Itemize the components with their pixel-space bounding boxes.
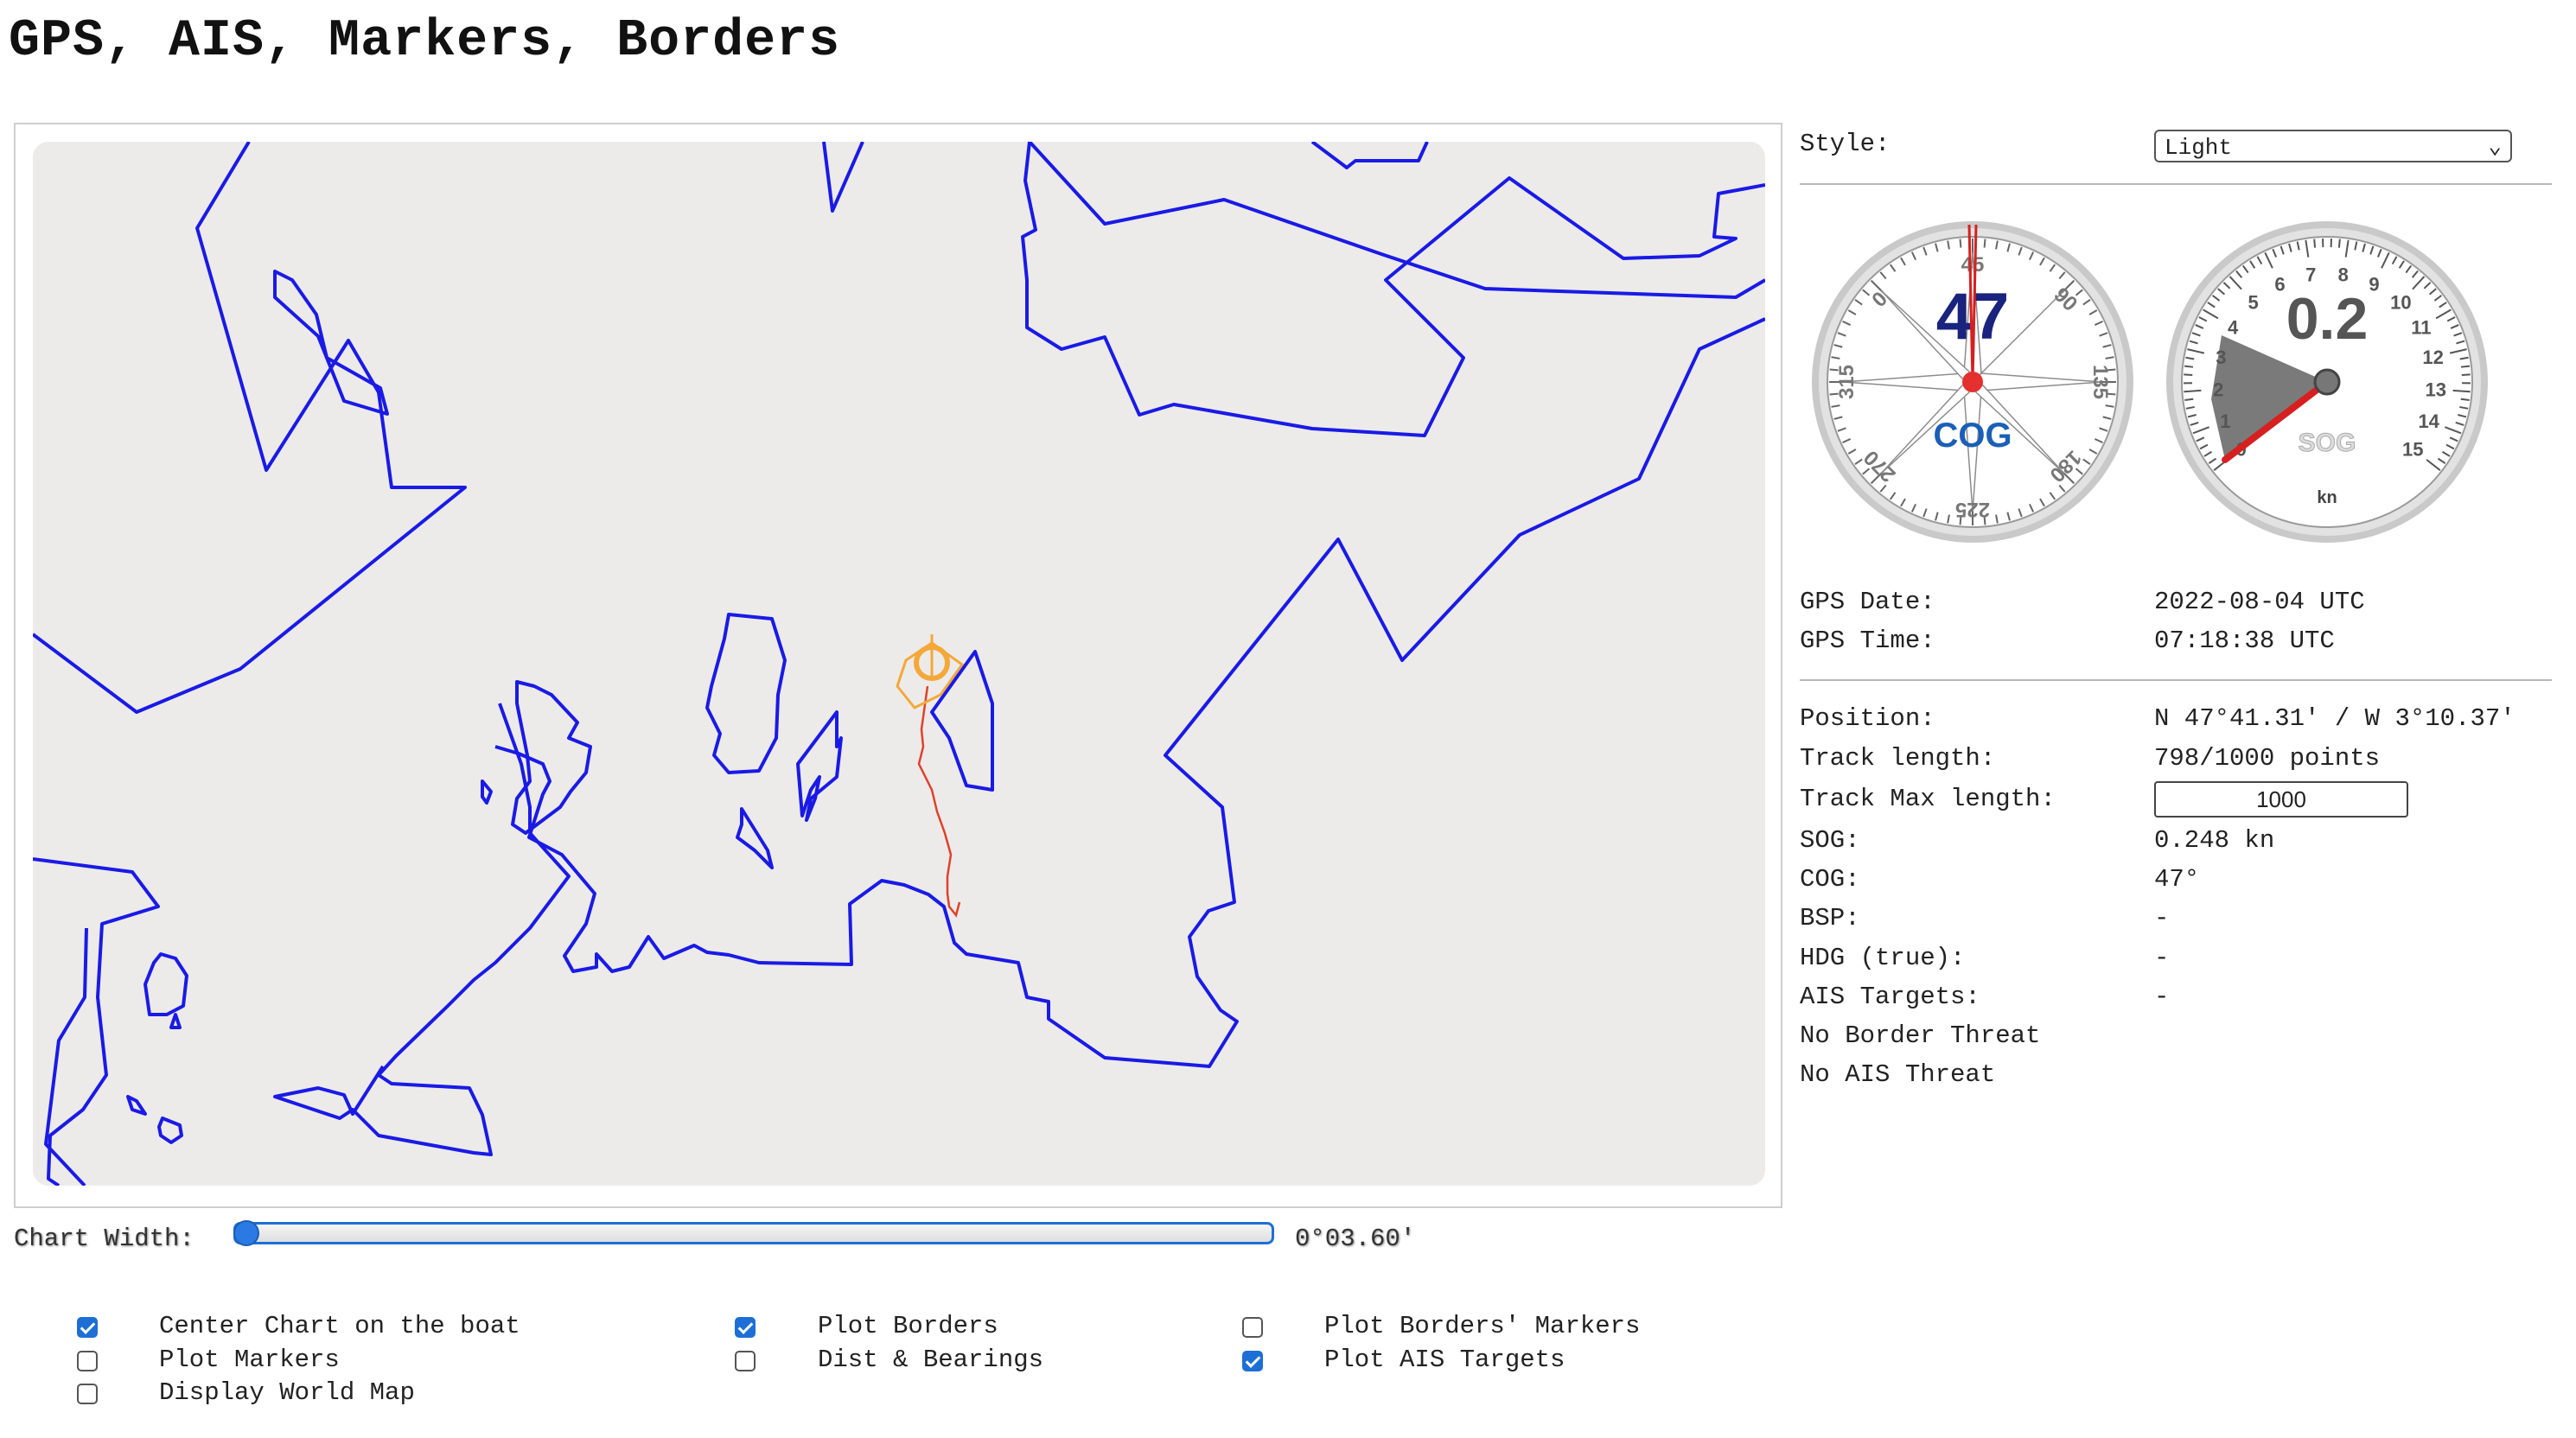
sog-label: SOG	[2299, 429, 2356, 457]
sog-value: 0.2	[2286, 286, 2369, 352]
sog-tick	[2337, 239, 2341, 248]
sog-tick	[2460, 398, 2470, 402]
position-label: Position:	[1800, 704, 1935, 733]
gps-time-value: 07:18:38 UTC	[2154, 627, 2335, 655]
sog-tick-label: 1	[2220, 410, 2230, 432]
sog-info-label: SOG:	[1800, 826, 1860, 855]
sog-tick-label: 3	[2216, 347, 2226, 368]
display-world-map-label: Display World Map	[159, 1378, 415, 1407]
cog-tick-label: 225	[1955, 498, 1990, 521]
cog-tick	[1983, 239, 1986, 248]
bsp-label: BSP:	[1800, 904, 1860, 932]
sog-tick	[2184, 398, 2194, 402]
sog-tick-label: 8	[2338, 264, 2349, 285]
sog-unit: kn	[2317, 488, 2337, 507]
sog-tick-label: 11	[2411, 316, 2431, 338]
sog-tick	[2461, 373, 2471, 376]
chart-width-value: 0°03.60'	[1295, 1225, 1416, 1253]
plot-markers-checkbox[interactable]	[77, 1351, 98, 1371]
cog-label: COG	[1933, 417, 2012, 455]
cog-tick-label: 135	[2088, 365, 2112, 399]
cog-tick-label: 315	[1835, 365, 1859, 399]
chevron-down-icon: ⌄	[2488, 134, 2502, 160]
chart-width-slider-thumb[interactable]	[233, 1220, 259, 1246]
ais-targets-label: AIS Targets:	[1800, 983, 1980, 1011]
chart-frame	[14, 123, 1782, 1208]
center-chart-checkbox[interactable]	[77, 1317, 98, 1338]
cog-tick-label: 45	[1961, 253, 1985, 277]
divider	[1800, 679, 2552, 681]
sog-tick-label: 7	[2305, 264, 2316, 285]
track-length-label: Track length:	[1800, 744, 1996, 773]
gps-date-value: 2022-08-04 UTC	[2154, 588, 2365, 616]
dist-bearings-label: Dist & Bearings	[818, 1346, 1044, 1374]
plot-borders-markers-label: Plot Borders' Markers	[1324, 1312, 1641, 1340]
sog-tick-label: 14	[2418, 410, 2439, 432]
track-max-label: Track Max length:	[1800, 785, 2056, 813]
gps-date-label: GPS Date:	[1800, 588, 1935, 616]
sog-tick-label: 13	[2425, 379, 2445, 400]
sog-tick-label: 6	[2274, 273, 2285, 295]
cog-info-label: COG:	[1800, 865, 1860, 894]
track-max-length-input[interactable]: 1000	[2154, 781, 2408, 818]
sog-tick	[2184, 365, 2194, 368]
position-value: N 47°41.31' / W 3°10.37'	[2154, 704, 2515, 733]
style-selected-value: Light	[2165, 135, 2233, 161]
plot-ais-targets-checkbox[interactable]	[1242, 1351, 1263, 1371]
bsp-value: -	[2154, 904, 2170, 932]
style-select[interactable]: Light ⌄	[2154, 130, 2512, 162]
chart-width-label: Chart Width:	[14, 1225, 194, 1253]
sog-tick-label: 15	[2402, 439, 2423, 461]
cog-gauge: 0 45 90 135 180 225 270 315 47 COG	[1812, 221, 2133, 543]
plot-borders-label: Plot Borders	[818, 1312, 998, 1340]
chart-width-slider[interactable]	[233, 1222, 1274, 1244]
ais-targets-value: -	[2154, 983, 2170, 1011]
display-world-map-checkbox[interactable]	[77, 1384, 98, 1404]
hdg-label: HDG (true):	[1800, 944, 1966, 972]
sog-info-value: 0.248 kn	[2154, 826, 2275, 855]
cog-info-value: 47°	[2154, 865, 2200, 894]
sog-tick-label: 12	[2422, 347, 2443, 368]
sog-tick-label: 5	[2248, 291, 2258, 313]
sog-tick-label: 2	[2213, 379, 2223, 400]
plot-markers-label: Plot Markers	[159, 1346, 340, 1374]
plot-borders-checkbox[interactable]	[735, 1317, 756, 1338]
ais-threat-status: No AIS Threat	[1800, 1060, 1996, 1089]
sog-tick-label: 10	[2390, 291, 2411, 313]
border-threat-status: No Border Threat	[1800, 1021, 2041, 1050]
dist-bearings-checkbox[interactable]	[735, 1351, 756, 1371]
sog-tick	[2184, 373, 2193, 376]
sog-tick	[2313, 239, 2317, 248]
divider	[1800, 183, 2552, 185]
sog-tick-label: 9	[2369, 273, 2379, 295]
sog-gauge: 0123456789101112131415 0.2 SOG kn	[2166, 221, 2488, 543]
gps-time-label: GPS Time:	[1800, 627, 1935, 655]
track-length-value: 798/1000 points	[2154, 744, 2381, 773]
sog-tick-label: 4	[2228, 316, 2239, 338]
page-title: GPS, AIS, Markers, Borders	[9, 12, 841, 71]
sog-tick	[2460, 365, 2471, 368]
chart-canvas[interactable]	[33, 142, 1765, 1186]
plot-borders-markers-checkbox[interactable]	[1242, 1317, 1263, 1338]
plot-ais-targets-label: Plot AIS Targets	[1324, 1346, 1565, 1374]
chart-background	[33, 142, 1765, 1186]
hdg-value: -	[2154, 944, 2170, 972]
style-label: Style:	[1800, 130, 1891, 158]
center-chart-label: Center Chart on the boat	[159, 1312, 520, 1340]
